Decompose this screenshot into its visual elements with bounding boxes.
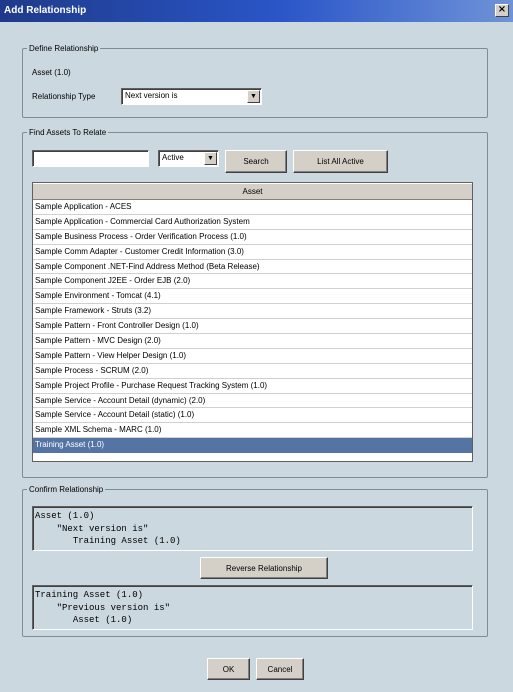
- relationship-type-select[interactable]: Next version is ▼: [121, 88, 262, 105]
- list-item[interactable]: Sample Process - SCRUM (2.0): [33, 364, 472, 379]
- forward-target: Training Asset (1.0): [72, 536, 181, 546]
- relationship-type-label: Relationship Type: [32, 92, 96, 101]
- list-item[interactable]: Sample XML Schema - MARC (1.0): [33, 423, 472, 439]
- forward-source: Asset (1.0): [35, 511, 95, 521]
- list-item[interactable]: Training Asset (1.0): [33, 438, 472, 454]
- list-all-active-button[interactable]: List All Active: [293, 150, 388, 173]
- list-item[interactable]: Sample Project Profile - Purchase Reques…: [33, 379, 472, 394]
- chevron-down-icon[interactable]: ▼: [247, 90, 260, 103]
- close-icon[interactable]: ×: [495, 4, 509, 17]
- backward-relationship-text: Training Asset (1.0) "Previous version i…: [32, 585, 473, 630]
- relationship-type-value: Next version is: [125, 91, 178, 100]
- list-item[interactable]: Sample Pattern - MVC Design (2.0): [33, 334, 472, 349]
- backward-type: "Previous version is": [56, 602, 171, 613]
- confirm-relationship-legend: Confirm Relationship: [29, 485, 104, 494]
- list-item[interactable]: Sample Component J2EE - Order EJB (2.0): [33, 274, 472, 290]
- source-asset-label: Asset (1.0): [32, 68, 71, 77]
- list-item[interactable]: Sample Service - Account Detail (static)…: [33, 408, 472, 424]
- chevron-down-icon[interactable]: ▼: [204, 152, 217, 165]
- reverse-relationship-button[interactable]: Reverse Relationship: [200, 557, 328, 579]
- ok-button[interactable]: OK: [207, 658, 250, 680]
- list-item[interactable]: Sample Comm Adapter - Customer Credit In…: [33, 245, 472, 260]
- backward-source: Training Asset (1.0): [35, 590, 144, 600]
- asset-list[interactable]: Asset Sample Application - ACES Sample Ap…: [32, 182, 473, 462]
- list-item[interactable]: Sample Application - ACES: [33, 200, 472, 215]
- list-item[interactable]: Sample Service - Account Detail (dynamic…: [33, 394, 472, 409]
- list-item[interactable]: Sample Application - Commercial Card Aut…: [33, 215, 472, 230]
- define-relationship-legend: Define Relationship: [29, 44, 99, 53]
- list-item[interactable]: Sample Pattern - Front Controller Design…: [33, 319, 472, 335]
- asset-list-rows: Sample Application - ACES Sample Applicat…: [33, 200, 472, 454]
- list-item[interactable]: Sample Component .NET-Find Address Metho…: [33, 260, 472, 275]
- list-item[interactable]: Sample Environment - Tomcat (4.1): [33, 289, 472, 305]
- cancel-button[interactable]: Cancel: [256, 658, 304, 680]
- list-item[interactable]: Sample Pattern - View Helper Design (1.0…: [33, 349, 472, 364]
- list-item[interactable]: Sample Business Process - Order Verifica…: [33, 230, 472, 245]
- list-item[interactable]: Sample Framework - Struts (3.2): [33, 304, 472, 320]
- search-button[interactable]: Search: [225, 150, 287, 173]
- title-bar[interactable]: Add Relationship ×: [0, 0, 513, 22]
- define-relationship-group: Define Relationship: [22, 44, 488, 118]
- add-relationship-dialog: Add Relationship × Define Relationship A…: [0, 0, 513, 692]
- window-title: Add Relationship: [4, 5, 87, 16]
- asset-search-input[interactable]: [32, 150, 149, 167]
- status-filter-select[interactable]: Active ▼: [158, 150, 219, 167]
- find-assets-legend: Find Assets To Relate: [29, 128, 107, 137]
- forward-relationship-text: Asset (1.0) "Next version is" Training A…: [32, 506, 473, 551]
- forward-type: "Next version is": [56, 523, 149, 534]
- asset-column-header[interactable]: Asset: [33, 183, 472, 200]
- backward-target: Asset (1.0): [72, 615, 133, 625]
- status-filter-value: Active: [162, 153, 184, 162]
